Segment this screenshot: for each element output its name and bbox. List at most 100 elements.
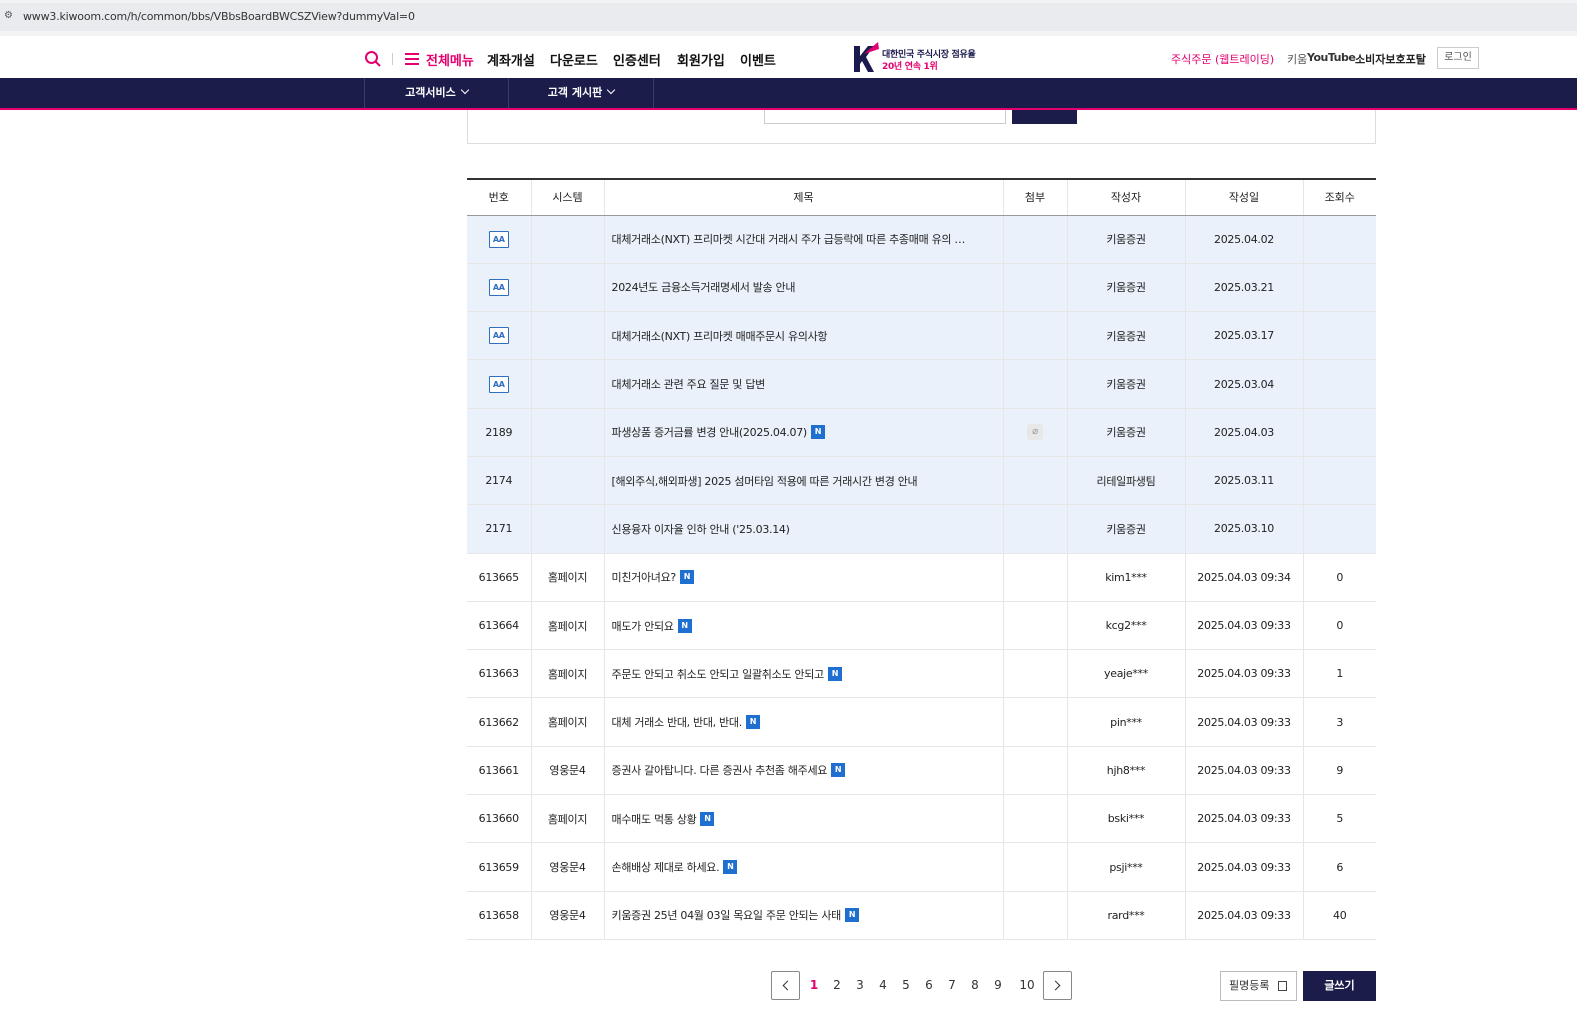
post-title-link[interactable]: 키움증권 25년 04월 03일 목요일 주문 안되는 사태 bbox=[612, 909, 842, 922]
cell-system: 홈페이지 bbox=[530, 553, 604, 602]
table-row[interactable]: 613663 홈페이지 주문도 안되고 취소도 안되고 일괄취소도 안되고 Nyeaj… bbox=[467, 649, 1376, 699]
cell-number: 613662 bbox=[467, 697, 531, 747]
cell-title[interactable]: 키움증권 25년 04월 03일 목요일 주문 안되는 사태 N bbox=[603, 891, 1003, 940]
pager-page-6[interactable]: 6 bbox=[921, 978, 937, 992]
cell-title[interactable]: 대체거래소(NXT) 프리마켓 매매주문시 유의사항 bbox=[603, 311, 1003, 361]
board-search-input[interactable] bbox=[764, 110, 1006, 124]
youtube-link[interactable]: YouTube bbox=[1307, 51, 1356, 64]
pager-page-8[interactable]: 8 bbox=[967, 978, 983, 992]
cell-title[interactable]: 신용융자 이자율 인하 안내 ('25.03.14) bbox=[603, 504, 1003, 554]
table-row[interactable]: 2171 신용융자 이자율 인하 안내 ('25.03.14) 키움증권 2025.0… bbox=[467, 504, 1376, 554]
cell-title[interactable]: 대체거래소(NXT) 프리마켓 시간대 거래시 주가 급등락에 따른 추종매매 … bbox=[603, 215, 1003, 264]
table-row[interactable]: 613661 영웅문4 증권사 갈아탑니다. 다른 증권사 추천좀 해주세요 Nhjh… bbox=[467, 746, 1376, 796]
cell-views bbox=[1302, 311, 1376, 361]
cell-date: 2025.03.04 bbox=[1184, 359, 1303, 409]
cell-date: 2025.04.03 09:33 bbox=[1184, 746, 1303, 796]
post-title-link[interactable]: 매도가 안되요 bbox=[612, 620, 674, 633]
cell-title[interactable]: 손해배상 제대로 하세요. N bbox=[603, 842, 1003, 892]
subnav-customer-service[interactable]: 고객서비스 bbox=[364, 78, 508, 108]
cell-views: 9 bbox=[1302, 746, 1376, 796]
post-title-link[interactable]: 미친거아녀요? bbox=[612, 571, 677, 584]
post-title-link[interactable]: 신용융자 이자율 인하 안내 ('25.03.14) bbox=[612, 523, 790, 536]
table-row[interactable]: 2174 [해외주식,해외파생] 2025 섬머타임 적용에 따른 거래시간 변경… bbox=[467, 456, 1376, 506]
post-title-link[interactable]: 매수매도 먹통 상황 bbox=[612, 813, 697, 826]
table-row[interactable]: 613662 홈페이지 대체 거래소 반대, 반대, 반대. Npin*** 2025.… bbox=[467, 697, 1376, 747]
pager-page-9[interactable]: 9 bbox=[990, 978, 1006, 992]
post-title-link[interactable]: 대체거래소(NXT) 프리마켓 매매주문시 유의사항 bbox=[612, 330, 828, 343]
post-title-link[interactable]: 주문도 안되고 취소도 안되고 일괄취소도 안되고 bbox=[612, 668, 825, 681]
pager-page-2[interactable]: 2 bbox=[829, 978, 845, 992]
table-row[interactable]: AA 2024년도 금융소득거래명세서 발송 안내 키움증권 2025.03.21 bbox=[467, 263, 1376, 313]
pager-page-5[interactable]: 5 bbox=[898, 978, 914, 992]
gnb-account-open[interactable]: 계좌개설 bbox=[487, 50, 535, 69]
table-row[interactable]: AA 대체거래소 관련 주요 질문 및 답변 키움증권 2025.03.04 bbox=[467, 359, 1376, 409]
col-header-number: 번호 bbox=[467, 178, 531, 216]
attachment-clip-icon[interactable]: ⌀ bbox=[1027, 424, 1043, 441]
post-title-link[interactable]: 대체거래소 관련 주요 질문 및 답변 bbox=[612, 378, 766, 391]
table-row[interactable]: AA 대체거래소(NXT) 프리마켓 매매주문시 유의사항 키움증권 2025.03.… bbox=[467, 311, 1376, 361]
gnb-cert-center[interactable]: 인증센터 bbox=[613, 50, 661, 69]
cell-views: 6 bbox=[1302, 842, 1376, 892]
post-title-link[interactable]: [해외주식,해외파생] 2025 섬머타임 적용에 따른 거래시간 변경 안내 bbox=[612, 475, 918, 488]
post-title-link[interactable]: 대체 거래소 반대, 반대, 반대. bbox=[612, 716, 743, 729]
gnb-download[interactable]: 다운로드 bbox=[550, 50, 598, 69]
cell-title[interactable]: [해외주식,해외파생] 2025 섬머타임 적용에 따른 거래시간 변경 안내 bbox=[603, 456, 1003, 506]
gnb-signup[interactable]: 회원가입 bbox=[677, 50, 725, 69]
cell-title[interactable]: 증권사 갈아탑니다. 다른 증권사 추천좀 해주세요 N bbox=[603, 746, 1003, 796]
cell-title[interactable]: 미친거아녀요? N bbox=[603, 553, 1003, 602]
post-number: 613659 bbox=[478, 860, 520, 874]
pen-name-register-button[interactable]: 필명등록 bbox=[1220, 971, 1297, 1001]
cell-title[interactable]: 매도가 안되요 N bbox=[603, 601, 1003, 651]
pager-page-3[interactable]: 3 bbox=[852, 978, 868, 992]
cell-title[interactable]: 매수매도 먹통 상황 N bbox=[603, 794, 1003, 844]
cell-author: 키움증권 bbox=[1066, 215, 1185, 264]
post-title-link[interactable]: 손해배상 제대로 하세요. bbox=[612, 861, 720, 874]
table-row[interactable]: 613659 영웅문4 손해배상 제대로 하세요. Npsji*** 2025.04.0… bbox=[467, 842, 1376, 892]
cell-system: 영웅문4 bbox=[530, 746, 604, 796]
cell-views bbox=[1302, 359, 1376, 409]
pager-page-4[interactable]: 4 bbox=[875, 978, 891, 992]
table-row[interactable]: 613658 영웅문4 키움증권 25년 04월 03일 목요일 주문 안되는 사태… bbox=[467, 891, 1376, 940]
post-title-link[interactable]: 파생상품 증거금률 변경 안내(2025.04.07) bbox=[612, 426, 808, 439]
pager-prev-button[interactable] bbox=[771, 971, 800, 1000]
pager-page-10[interactable]: 10 bbox=[1017, 978, 1037, 992]
cell-author: yeaje*** bbox=[1066, 649, 1185, 699]
cell-number: AA bbox=[467, 311, 531, 361]
post-title-link[interactable]: 대체거래소(NXT) 프리마켓 시간대 거래시 주가 급등락에 따른 추종매매 … bbox=[612, 233, 966, 246]
login-button[interactable]: 로그인 bbox=[1437, 47, 1479, 69]
cell-system bbox=[530, 408, 604, 457]
cell-attach: ⌀ bbox=[1002, 408, 1067, 457]
write-post-button[interactable]: 글쓰기 bbox=[1303, 971, 1376, 1001]
cell-title[interactable]: 2024년도 금융소득거래명세서 발송 안내 bbox=[603, 263, 1003, 313]
table-row[interactable]: AA 대체거래소(NXT) 프리마켓 시간대 거래시 주가 급등락에 따른 추종매… bbox=[467, 215, 1376, 264]
post-title-link[interactable]: 증권사 갈아탑니다. 다른 증권사 추천좀 해주세요 bbox=[612, 764, 828, 777]
subnav-customer-board[interactable]: 고객 게시판 bbox=[508, 78, 654, 108]
col-header-title: 제목 bbox=[603, 178, 1003, 216]
search-icon[interactable] bbox=[364, 50, 382, 68]
youtube-prefix[interactable]: 키움 bbox=[1287, 51, 1307, 67]
pager-next-button[interactable] bbox=[1043, 971, 1072, 1000]
cell-title[interactable]: 파생상품 증거금률 변경 안내(2025.04.07) N bbox=[603, 408, 1003, 457]
cell-system bbox=[530, 504, 604, 554]
gnb-event[interactable]: 이벤트 bbox=[740, 50, 776, 69]
cell-title[interactable]: 대체거래소 관련 주요 질문 및 답변 bbox=[603, 359, 1003, 409]
web-trading-link[interactable]: 주식주문 (웹트레이딩) bbox=[1171, 51, 1274, 67]
site-settings-icon[interactable]: ⚙ bbox=[4, 11, 16, 21]
table-row[interactable]: 2189 파생상품 증거금률 변경 안내(2025.04.07) N ⌀ 키움증권 202… bbox=[467, 408, 1376, 457]
cell-attach bbox=[1002, 215, 1067, 264]
pager-page-1[interactable]: 1 bbox=[806, 978, 822, 992]
cell-views bbox=[1302, 504, 1376, 554]
url-text[interactable]: www3.kiwoom.com/h/common/bbs/VBbsBoardBW… bbox=[23, 10, 415, 23]
cell-title[interactable]: 주문도 안되고 취소도 안되고 일괄취소도 안되고 N bbox=[603, 649, 1003, 699]
board-search-button[interactable] bbox=[1012, 110, 1077, 124]
hamburger-menu-icon[interactable] bbox=[405, 53, 419, 65]
new-badge: N bbox=[831, 763, 846, 778]
pager-page-7[interactable]: 7 bbox=[944, 978, 960, 992]
post-title-link[interactable]: 2024년도 금융소득거래명세서 발송 안내 bbox=[612, 281, 796, 294]
all-menu-button[interactable]: 전체메뉴 bbox=[426, 50, 474, 69]
table-row[interactable]: 613665 홈페이지 미친거아녀요? Nkim1*** 2025.04.03 09:3… bbox=[467, 553, 1376, 602]
consumer-portal-link[interactable]: 소비자보호포탈 bbox=[1355, 51, 1426, 67]
table-row[interactable]: 613664 홈페이지 매도가 안되요 Nkcg2*** 2025.04.03 09:3… bbox=[467, 601, 1376, 651]
table-row[interactable]: 613660 홈페이지 매수매도 먹통 상황 Nbski*** 2025.04.03 0… bbox=[467, 794, 1376, 844]
cell-title[interactable]: 대체 거래소 반대, 반대, 반대. N bbox=[603, 697, 1003, 747]
